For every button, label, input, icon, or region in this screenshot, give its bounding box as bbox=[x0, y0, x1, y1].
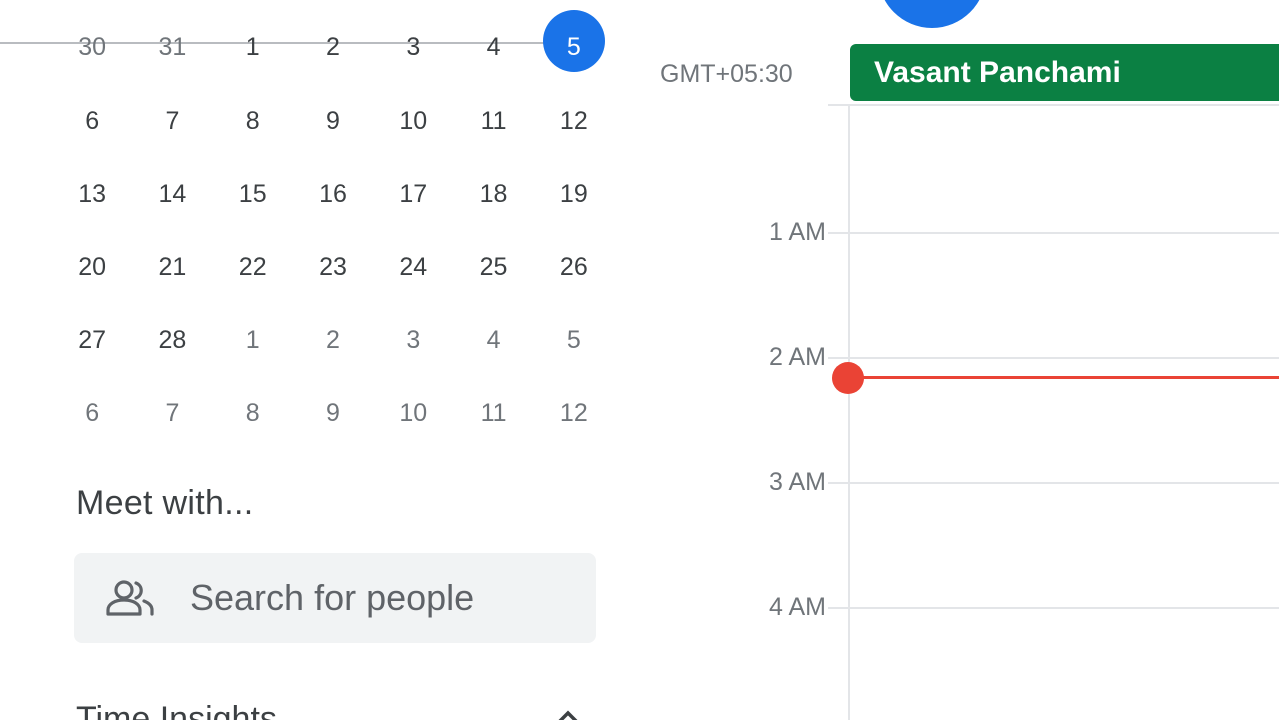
hour-label: 4 AM bbox=[769, 593, 826, 621]
current-time-line bbox=[848, 376, 1279, 379]
mini-calendar-day[interactable]: 11 bbox=[453, 398, 533, 428]
mini-calendar-day[interactable]: 27 bbox=[52, 325, 132, 355]
mini-calendar-week: 30 31 1 2 3 4 5 bbox=[52, 10, 614, 84]
calendar-screen: 30 31 1 2 3 4 5 6 7 8 9 10 11 12 13 14 1… bbox=[0, 0, 1279, 720]
mini-calendar-day[interactable]: 28 bbox=[132, 325, 212, 355]
hour-gridline bbox=[828, 482, 1279, 484]
mini-calendar-day[interactable]: 4 bbox=[453, 325, 533, 355]
mini-calendar-day-selected[interactable]: 5 bbox=[534, 10, 614, 72]
hour-row: 1 AM bbox=[660, 218, 1279, 248]
mini-calendar-week: 27 28 1 2 3 4 5 bbox=[52, 303, 614, 376]
search-people-placeholder: Search for people bbox=[190, 577, 475, 618]
mini-calendar-day[interactable]: 2 bbox=[293, 325, 373, 355]
people-icon bbox=[106, 580, 154, 616]
mini-calendar-day[interactable]: 15 bbox=[213, 179, 293, 209]
mini-calendar-day[interactable]: 16 bbox=[293, 179, 373, 209]
hour-gridline bbox=[828, 357, 1279, 359]
mini-calendar-day[interactable]: 25 bbox=[453, 252, 533, 282]
mini-calendar-day[interactable]: 21 bbox=[132, 252, 212, 282]
mini-calendar-day[interactable]: 6 bbox=[52, 398, 132, 428]
mini-calendar-day[interactable]: 26 bbox=[534, 252, 614, 282]
mini-calendar-day[interactable]: 18 bbox=[453, 179, 533, 209]
mini-calendar-day[interactable]: 3 bbox=[373, 32, 453, 62]
mini-calendar-day[interactable]: 30 bbox=[52, 32, 132, 62]
mini-calendar-day[interactable]: 10 bbox=[373, 106, 453, 136]
mini-calendar-day[interactable]: 9 bbox=[293, 106, 373, 136]
mini-calendar-day[interactable]: 14 bbox=[132, 179, 212, 209]
all-day-divider bbox=[828, 104, 1279, 106]
mini-calendar-day[interactable]: 24 bbox=[373, 252, 453, 282]
time-column-divider bbox=[848, 104, 850, 720]
mini-calendar-day[interactable]: 13 bbox=[52, 179, 132, 209]
hour-row: 2 AM bbox=[660, 343, 1279, 373]
hour-label: 1 AM bbox=[769, 218, 826, 246]
chevron-up-icon[interactable] bbox=[556, 708, 580, 720]
hour-row: 3 AM bbox=[660, 468, 1279, 498]
mini-calendar-day[interactable]: 11 bbox=[453, 106, 533, 136]
mini-calendar-day[interactable]: 7 bbox=[132, 398, 212, 428]
mini-calendar-week: 6 7 8 9 10 11 12 bbox=[52, 84, 614, 157]
mini-calendar-day[interactable]: 8 bbox=[213, 106, 293, 136]
mini-calendar-day[interactable]: 1 bbox=[213, 325, 293, 355]
all-day-event[interactable]: Vasant Panchami bbox=[850, 44, 1279, 101]
mini-calendar-week: 20 21 22 23 24 25 26 bbox=[52, 230, 614, 303]
time-insights-heading[interactable]: Time Insights bbox=[76, 700, 277, 720]
current-time-dot bbox=[832, 362, 864, 394]
mini-calendar-day[interactable]: 1 bbox=[213, 32, 293, 62]
mini-calendar-day[interactable]: 20 bbox=[52, 252, 132, 282]
meet-with-heading: Meet with... bbox=[76, 484, 254, 522]
hour-label: 2 AM bbox=[769, 343, 826, 371]
timezone-label: GMT+05:30 bbox=[660, 60, 793, 88]
mini-calendar-day[interactable]: 23 bbox=[293, 252, 373, 282]
mini-calendar-day[interactable]: 4 bbox=[453, 32, 533, 62]
mini-calendar-day[interactable]: 6 bbox=[52, 106, 132, 136]
mini-calendar-day[interactable]: 17 bbox=[373, 179, 453, 209]
mini-calendar-day[interactable]: 22 bbox=[213, 252, 293, 282]
selected-day-number: 5 bbox=[566, 33, 581, 61]
hour-gridline bbox=[828, 232, 1279, 234]
mini-calendar-day[interactable]: 9 bbox=[293, 398, 373, 428]
mini-calendar-day[interactable]: 2 bbox=[293, 32, 373, 62]
current-date-indicator[interactable] bbox=[878, 0, 986, 28]
mini-calendar-week: 6 7 8 9 10 11 12 bbox=[52, 376, 614, 449]
mini-calendar-day[interactable]: 31 bbox=[132, 32, 212, 62]
mini-calendar-day[interactable]: 12 bbox=[534, 398, 614, 428]
all-day-event-title: Vasant Panchami bbox=[874, 55, 1121, 89]
mini-calendar-day[interactable]: 10 bbox=[373, 398, 453, 428]
mini-calendar-day[interactable]: 12 bbox=[534, 106, 614, 136]
hour-row: 4 AM bbox=[660, 593, 1279, 623]
hour-gridline bbox=[828, 607, 1279, 609]
mini-calendar-day[interactable]: 3 bbox=[373, 325, 453, 355]
mini-calendar-day[interactable]: 19 bbox=[534, 179, 614, 209]
hour-label: 3 AM bbox=[769, 468, 826, 496]
mini-calendar: 30 31 1 2 3 4 5 6 7 8 9 10 11 12 13 14 1… bbox=[52, 10, 614, 449]
mini-calendar-day[interactable]: 5 bbox=[534, 325, 614, 355]
mini-calendar-day[interactable]: 7 bbox=[132, 106, 212, 136]
mini-calendar-day[interactable]: 8 bbox=[213, 398, 293, 428]
mini-calendar-week: 13 14 15 16 17 18 19 bbox=[52, 157, 614, 230]
search-people-input[interactable]: Search for people bbox=[74, 553, 596, 643]
